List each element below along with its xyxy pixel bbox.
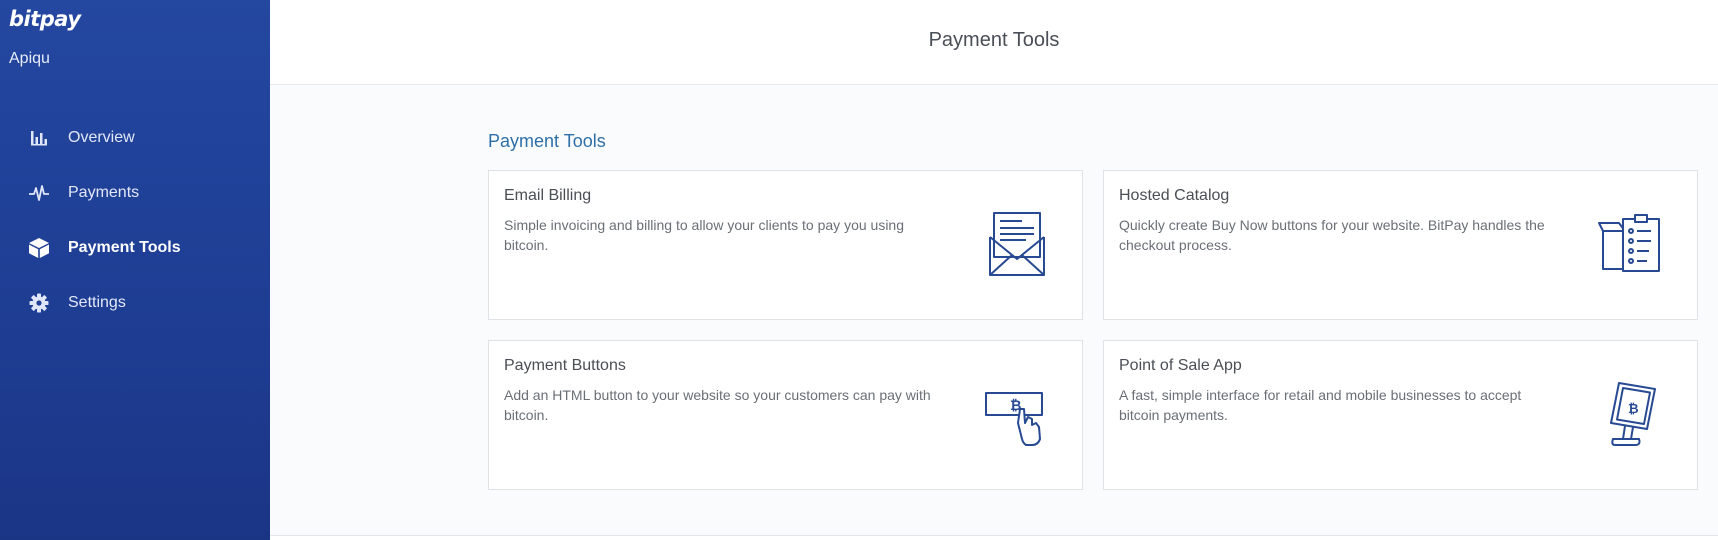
envelope-icon <box>982 209 1052 279</box>
svg-text:₿: ₿ <box>1628 402 1639 417</box>
pulse-icon <box>28 182 50 204</box>
sidebar-item-label: Overview <box>68 128 135 146</box>
card-title: Hosted Catalog <box>1119 187 1230 204</box>
card-description: A fast, simple interface for retail and … <box>1119 387 1522 423</box>
cube-icon <box>28 237 50 259</box>
sidebar-item-overview[interactable]: Overview <box>0 110 270 165</box>
sidebar-item-settings[interactable]: Settings <box>0 275 270 330</box>
card-title: Email Billing <box>504 187 592 204</box>
main-content: Payment Tools Email Billing Simple invoi… <box>270 85 1718 535</box>
card-hosted-catalog[interactable]: Hosted Catalog Quickly create Buy Now bu… <box>1103 170 1698 320</box>
sidebar-item-payment-tools[interactable]: Payment Tools <box>0 220 270 275</box>
sidebar-item-label: Settings <box>68 293 126 311</box>
sidebar: bitpay Apiqu Overview Payments Payment T… <box>0 0 270 540</box>
bottom-divider <box>270 535 1718 536</box>
catalog-icon <box>1597 209 1667 279</box>
card-title: Payment Buttons <box>504 357 626 374</box>
sidebar-item-payments[interactable]: Payments <box>0 165 270 220</box>
top-header: Payment Tools <box>270 0 1718 85</box>
bitcoin-button-icon: ₿ <box>982 379 1052 449</box>
bar-chart-icon <box>28 127 50 149</box>
pos-tablet-icon: ₿ <box>1597 379 1667 449</box>
card-payment-buttons[interactable]: Payment Buttons Add an HTML button to yo… <box>488 340 1083 490</box>
organization-name: Apiqu <box>9 50 50 67</box>
card-point-of-sale[interactable]: Point of Sale App A fast, simple interfa… <box>1103 340 1698 490</box>
card-email-billing[interactable]: Email Billing Simple invoicing and billi… <box>488 170 1083 320</box>
card-description: Quickly create Buy Now buttons for your … <box>1119 217 1545 253</box>
sidebar-nav: Overview Payments Payment Tools Settings <box>0 110 270 330</box>
card-description: Add an HTML button to your website so yo… <box>504 387 931 423</box>
bitpay-logo[interactable]: bitpay <box>9 7 81 31</box>
sidebar-item-label: Payments <box>68 183 140 201</box>
card-title: Point of Sale App <box>1119 357 1242 374</box>
sidebar-item-label: Payment Tools <box>68 238 181 256</box>
card-description: Simple invoicing and billing to allow yo… <box>504 217 904 253</box>
page-title: Payment Tools <box>928 29 1060 51</box>
gear-icon <box>28 292 50 314</box>
section-title: Payment Tools <box>488 131 606 151</box>
